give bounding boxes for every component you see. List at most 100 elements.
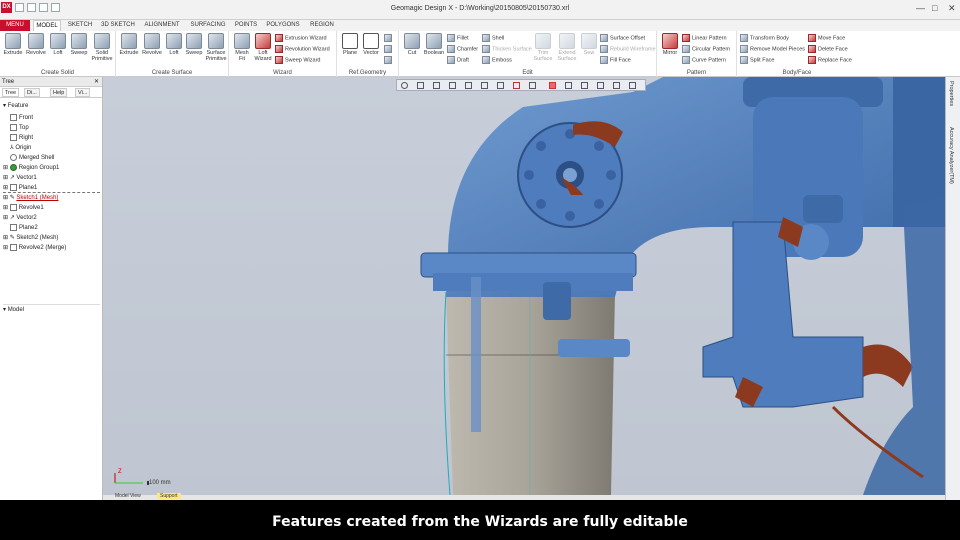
select-polyline-icon[interactable] (465, 82, 472, 89)
sew-button[interactable]: Sew (580, 33, 598, 56)
ref-polygon-button[interactable] (384, 56, 394, 66)
solid-primitive-button[interactable]: Solid Primitive (90, 33, 114, 62)
render-mode-icon[interactable] (513, 82, 520, 89)
delete-face-button[interactable]: Delete Face (808, 45, 848, 55)
remove-model-pieces-button[interactable]: Remove Model Pieces (740, 45, 805, 55)
select-brush-icon[interactable] (449, 82, 456, 89)
display-body-icon[interactable] (613, 82, 620, 89)
expand-icon[interactable]: ⊞ (3, 205, 10, 211)
select-lasso-icon[interactable] (433, 82, 440, 89)
highlight-icon[interactable] (549, 82, 556, 89)
close-panel-icon[interactable]: ✕ (94, 77, 99, 87)
boolean-button[interactable]: Boolean (423, 33, 445, 56)
tab-surfacing[interactable]: SURFACING (187, 20, 229, 31)
shell-button[interactable]: Shell (482, 34, 504, 44)
tree-item[interactable]: ⊞ ↗ Vector1 (3, 173, 37, 183)
display-points-icon[interactable] (565, 82, 572, 89)
properties-tab[interactable]: Properties (948, 81, 954, 106)
tree-item[interactable]: Front (10, 113, 33, 123)
tree-item[interactable]: Merged Shell (10, 153, 54, 163)
revolution-wizard-button[interactable]: Revolution Wizard (275, 45, 330, 55)
mesh-fit-button[interactable]: Mesh Fit (232, 33, 252, 62)
tab-menu[interactable]: MENU (0, 20, 30, 31)
chamfer-button[interactable]: Chamfer (447, 45, 478, 55)
tree-item[interactable]: Right (10, 133, 33, 143)
extend-surface-button[interactable]: Extend Surface (555, 33, 579, 62)
curve-pattern-button[interactable]: Curve Pattern (682, 56, 726, 66)
surface-revolve-button[interactable]: Revolve (141, 33, 163, 56)
expand-icon[interactable]: ⊞ (3, 235, 10, 241)
tab-3d-sketch[interactable]: 3D SKETCH (99, 20, 137, 31)
tree-item[interactable]: ⊞ Plane1 (3, 183, 100, 193)
bracket-tab[interactable] (558, 339, 630, 357)
tree-item[interactable]: ⊞ Region Group1 (3, 163, 59, 173)
tab-view[interactable]: Vi... (75, 88, 91, 97)
tab-tree[interactable]: Tree (2, 88, 20, 97)
tab-alignment[interactable]: ALIGNMENT (139, 20, 185, 31)
tree-section-model[interactable]: ▾ Model (3, 304, 100, 314)
emboss-button[interactable]: Emboss (482, 56, 512, 66)
tab-region[interactable]: REGION (305, 20, 339, 31)
3d-viewport[interactable]: Z 100 mm (103, 77, 945, 495)
draft-button[interactable]: Draft (447, 56, 469, 66)
tab-sketch[interactable]: SKETCH (63, 20, 97, 31)
fill-face-button[interactable]: Fill Face (600, 56, 631, 66)
tree-item[interactable]: Plane2 (10, 223, 38, 233)
display-mesh-icon[interactable] (581, 82, 588, 89)
circular-pattern-button[interactable]: Circular Pattern (682, 45, 730, 55)
accuracy-analyzer-tab[interactable]: Accuracy Analyzer(TM) (948, 127, 954, 184)
tree-item[interactable]: ⊞ Revolve2 (Merge) (3, 243, 66, 253)
expand-icon[interactable]: ⊞ (3, 215, 10, 221)
sweep-wizard-button[interactable]: Sweep Wizard (275, 56, 320, 66)
maximize-button[interactable]: □ (932, 3, 937, 13)
trim-surface-button[interactable]: Trim Surface (532, 33, 554, 62)
view-options-icon[interactable] (629, 82, 636, 89)
tree-item-selected[interactable]: ⊞ ✎ Sketch1 (Mesh) (3, 193, 58, 203)
expand-icon[interactable]: ⊞ (3, 165, 10, 171)
surface-offset-button[interactable]: Surface Offset (600, 34, 645, 44)
view-iso-icon[interactable] (497, 82, 504, 89)
tree-item[interactable]: ⊞ ✎ Sketch2 (Mesh) (3, 233, 58, 243)
rebuild-wireframe-button[interactable]: Rebuild Wireframe (600, 45, 656, 55)
vector-button[interactable]: Vector (361, 33, 381, 56)
thicken-surface-button[interactable]: Thicken Surface (482, 45, 532, 55)
transform-body-button[interactable]: Transform Body (740, 34, 789, 44)
section-view-icon[interactable] (529, 82, 536, 89)
display-surface-icon[interactable] (597, 82, 604, 89)
tree-item[interactable]: ⊞ ↗ Vector2 (3, 213, 37, 223)
cut-button[interactable]: Cut (402, 33, 422, 56)
mirror-button[interactable]: Mirror (659, 33, 681, 56)
plane-button[interactable]: Plane (340, 33, 360, 56)
extrusion-wizard-button[interactable]: Extrusion Wizard (275, 34, 327, 44)
surface-extrude-button[interactable]: Extrude (118, 33, 140, 56)
expand-icon[interactable]: ⊞ (3, 185, 10, 191)
tree-item[interactable]: ⅄ Origin (10, 143, 31, 153)
tab-model-view[interactable]: Model View (115, 493, 141, 499)
tab-display[interactable]: Di... (24, 88, 40, 97)
tree-item[interactable]: Top (10, 123, 29, 133)
surface-sweep-button[interactable]: Sweep (184, 33, 204, 56)
close-button[interactable]: ✕ (948, 3, 956, 14)
select-circle-icon[interactable] (401, 82, 408, 89)
solid-loft-button[interactable]: Loft (48, 33, 68, 56)
ref-point-button[interactable] (384, 34, 394, 44)
fillet-button[interactable]: Fillet (447, 34, 469, 44)
split-face-button[interactable]: Split Face (740, 56, 774, 66)
view-front-icon[interactable] (481, 82, 488, 89)
move-face-button[interactable]: Move Face (808, 34, 845, 44)
tab-polygons[interactable]: POLYGONS (263, 20, 303, 31)
solid-sweep-button[interactable]: Sweep (69, 33, 89, 56)
tab-support[interactable]: Support (157, 493, 181, 499)
tab-points[interactable]: POINTS (231, 20, 261, 31)
solid-revolve-button[interactable]: Revolve (25, 33, 47, 56)
minimize-button[interactable]: — (916, 3, 925, 13)
expand-icon[interactable]: ⊞ (3, 245, 10, 251)
tab-help[interactable]: Help (50, 88, 68, 97)
linear-pattern-button[interactable]: Linear Pattern (682, 34, 727, 44)
tree-section-feature[interactable]: ▾ Feature (3, 101, 28, 111)
tab-model[interactable]: MODEL (33, 20, 61, 31)
expand-icon[interactable]: ⊞ (3, 175, 10, 181)
expand-icon[interactable]: ⊞ (3, 195, 10, 201)
tree-item[interactable]: ⊞ Revolve1 (3, 203, 44, 213)
solid-extrude-button[interactable]: Extrude (2, 33, 24, 56)
